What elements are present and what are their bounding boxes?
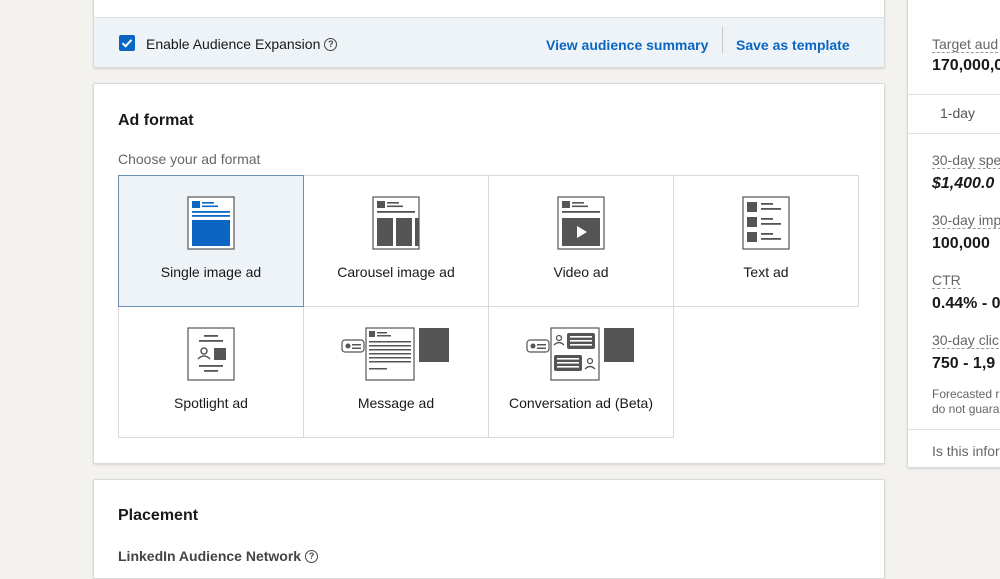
ad-format-option-label: Single image ad	[160, 264, 262, 280]
audience-expansion-checkbox[interactable]	[119, 35, 135, 51]
help-icon[interactable]: ?	[305, 549, 319, 563]
audience-expansion-label: Enable Audience Expansion?	[146, 36, 338, 52]
ad-format-option-single-image[interactable]: Single image ad	[118, 175, 304, 307]
ad-format-option-label: Carousel image ad	[337, 264, 455, 280]
ad-format-card: Ad format Choose your ad format Single i…	[93, 83, 885, 464]
divider	[722, 27, 723, 53]
video-ad-icon	[557, 196, 605, 255]
spend-label: 30-day spe	[932, 152, 1000, 169]
message-ad-icon	[341, 327, 451, 386]
ad-format-option-spotlight[interactable]: Spotlight ad	[118, 306, 304, 438]
text-ad-icon	[742, 196, 790, 255]
audience-network-label: LinkedIn Audience Network?	[118, 548, 319, 564]
target-audience-value: 170,000,0	[932, 57, 1000, 74]
ad-format-option-text[interactable]: Text ad	[673, 175, 859, 307]
ad-format-option-label: Video ad	[553, 264, 609, 280]
ctr-label: CTR	[932, 272, 961, 289]
view-audience-summary-button[interactable]: View audience summary	[546, 37, 708, 53]
ctr-value: 0.44% - 0	[932, 295, 1000, 312]
forecast-disclaimer-line-2: do not guara	[932, 402, 1000, 416]
spend-value: $1,400.0	[932, 175, 995, 192]
clicks-label: 30-day clic	[932, 332, 999, 349]
feedback-prompt[interactable]: Is this infor	[932, 443, 1000, 459]
ad-format-option-label: Conversation ad (Beta)	[509, 395, 653, 411]
ad-format-subtitle: Choose your ad format	[118, 151, 261, 167]
placement-card: Placement LinkedIn Audience Network?	[93, 479, 885, 579]
audience-card-top-strip	[94, 0, 884, 18]
placement-title: Placement	[118, 507, 199, 524]
forecast-disclaimer-line-1: Forecasted r	[932, 387, 1000, 401]
audience-expansion-text: Enable Audience Expansion	[146, 36, 321, 52]
impressions-label: 30-day imp	[932, 212, 1000, 229]
tab-1-day[interactable]: 1-day	[940, 105, 975, 121]
checkmark-icon	[121, 39, 133, 48]
ad-format-option-video[interactable]: Video ad	[488, 175, 674, 307]
audience-card: Enable Audience Expansion? View audience…	[93, 0, 885, 68]
forecast-tab-row: 1-day	[908, 94, 1000, 134]
ad-format-option-conversation[interactable]: Conversation ad (Beta)	[488, 306, 674, 438]
single-image-ad-icon	[187, 196, 235, 255]
save-as-template-button[interactable]: Save as template	[736, 37, 850, 53]
ad-format-option-carousel[interactable]: Carousel image ad	[303, 175, 489, 307]
ad-format-option-label: Message ad	[357, 395, 435, 411]
spotlight-ad-icon	[187, 327, 235, 386]
forecast-panel: Target aud 170,000,0 1-day 30-day spe $1…	[907, 0, 1000, 468]
divider	[908, 429, 1000, 430]
help-icon[interactable]: ?	[324, 37, 338, 51]
impressions-value: 100,000	[932, 235, 990, 252]
carousel-ad-icon	[372, 196, 420, 255]
target-audience-label: Target aud	[932, 36, 999, 53]
ad-format-title: Ad format	[118, 112, 194, 129]
audience-network-text: LinkedIn Audience Network	[118, 548, 302, 564]
ad-format-option-label: Spotlight ad	[174, 395, 248, 411]
conversation-ad-icon	[526, 327, 636, 386]
ad-format-option-label: Text ad	[743, 264, 789, 280]
ad-format-option-message[interactable]: Message ad	[303, 306, 489, 438]
clicks-value: 750 - 1,9	[932, 355, 996, 372]
